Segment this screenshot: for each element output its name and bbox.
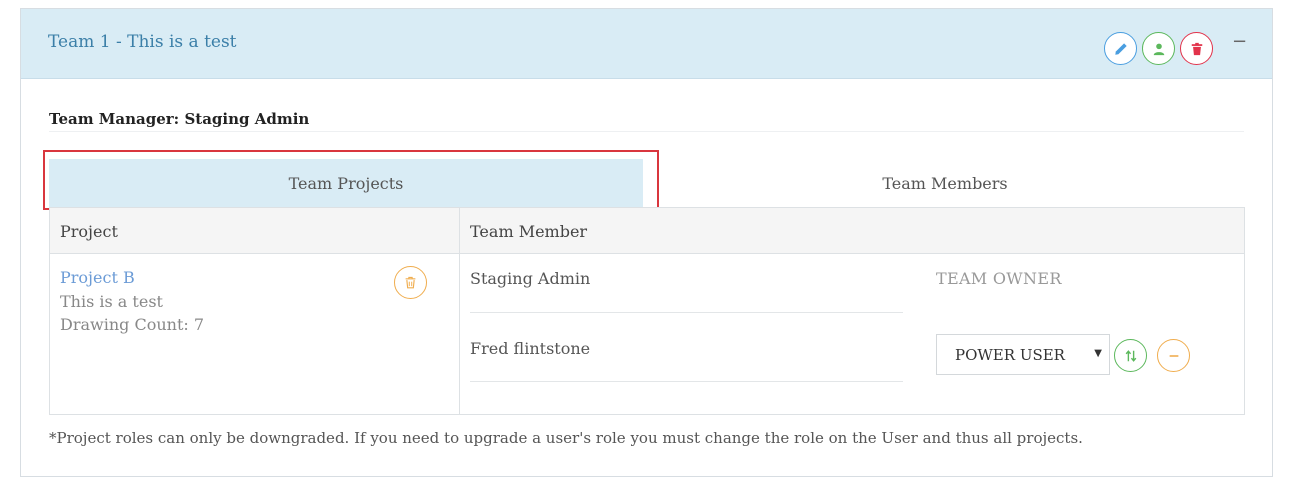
caret-down-icon: ▼ [1094, 348, 1102, 359]
tab-team-projects[interactable]: Team Projects [49, 159, 643, 207]
column-header-member: Team Member [470, 222, 588, 241]
edit-team-button[interactable] [1104, 32, 1137, 65]
member-name: Fred flintstone [470, 339, 591, 358]
member-role: TEAM OWNER [936, 269, 1062, 288]
minus-icon [1169, 354, 1178, 357]
delete-team-button[interactable] [1180, 32, 1213, 65]
column-header-project: Project [60, 222, 118, 241]
collapse-button[interactable]: − [1232, 31, 1247, 52]
team-members-button[interactable] [1142, 32, 1175, 65]
projects-table: Project Team Member Project B This is a … [49, 207, 1245, 415]
pencil-icon [1114, 42, 1127, 55]
remove-member-button[interactable] [1157, 339, 1190, 372]
column-divider [459, 208, 460, 414]
role-select-value: POWER USER [955, 345, 1065, 364]
panel-header: Team 1 - This is a test − [21, 9, 1272, 79]
team-manager-label: Team Manager: Staging Admin [49, 110, 310, 128]
user-icon [1153, 43, 1164, 55]
table-header: Project Team Member [50, 208, 1244, 254]
footnote: *Project roles can only be downgraded. I… [49, 429, 1083, 447]
project-link[interactable]: Project B [60, 268, 135, 287]
project-description: This is a test [60, 292, 163, 311]
team-panel: Team 1 - This is a test − Team Manager: … [20, 8, 1273, 477]
tab-team-members[interactable]: Team Members [645, 159, 1245, 207]
member-role-select[interactable]: POWER USER ▼ [936, 334, 1110, 375]
change-role-button[interactable] [1114, 339, 1147, 372]
divider [49, 131, 1244, 132]
trash-icon [1191, 42, 1202, 55]
panel-title: Team 1 - This is a test [48, 32, 237, 52]
member-name: Staging Admin [470, 269, 591, 288]
swap-vertical-icon [1125, 349, 1136, 362]
trash-outline-icon [405, 276, 416, 289]
project-drawing-count: Drawing Count: 7 [60, 315, 205, 334]
member-divider [470, 381, 903, 382]
member-divider [470, 312, 903, 313]
remove-project-button[interactable] [394, 266, 427, 299]
